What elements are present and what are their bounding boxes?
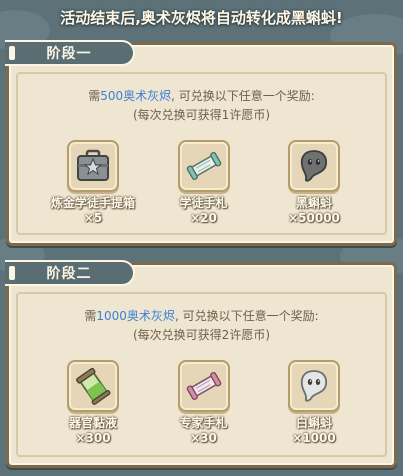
requirement-suffix: , 可兑换以下任意一个奖励:	[174, 309, 319, 323]
wish-coin-note: (每次兑换可获得2许愿币)	[133, 328, 270, 342]
reward-name: 炼金学徒手提箱	[51, 196, 136, 210]
stage-one-rewards: 炼金学徒手提箱 ×5 学徒手札 ×20 黑蝌蚪 ×50000	[9, 140, 394, 225]
reward-expert-notes[interactable]: 专家手札 ×30	[164, 360, 244, 445]
stage-title: 阶段一	[46, 46, 92, 62]
wish-coin-note: (每次兑换可获得1许愿币)	[133, 108, 270, 122]
expert-scroll-icon	[177, 360, 230, 412]
black-tadpole-icon	[288, 140, 340, 192]
cost-amount: 1000奥术灰烬	[96, 309, 175, 323]
stage-one-description: 需500奥术灰烬, 可兑换以下任意一个奖励: (每次兑换可获得1许愿币)	[9, 87, 394, 125]
requirement-prefix: 需	[88, 89, 101, 103]
reward-count: ×20	[190, 211, 217, 225]
stage-one-panel: 阶段一 需500奥术灰烬, 可兑换以下任意一个奖励: (每次兑换可获得1许愿币)…	[5, 40, 397, 246]
reward-count: ×30	[190, 431, 217, 445]
stage-title: 阶段二	[46, 266, 92, 282]
white-tadpole-icon	[288, 360, 340, 412]
conversion-notice-banner: 活动结束后,奥术灰烬将自动转化成黑蝌蚪!	[60, 8, 343, 27]
reward-name: 白蝌蚪	[295, 416, 332, 430]
reward-name: 学徒手札	[179, 196, 228, 210]
reward-alchemy-briefcase[interactable]: 炼金学徒手提箱 ×5	[51, 140, 136, 225]
reward-name: 黑蝌蚪	[295, 196, 332, 210]
slime-vial-icon	[67, 360, 119, 412]
stage-two-description: 需1000奥术灰烬, 可兑换以下任意一个奖励: (每次兑换可获得2许愿币)	[9, 307, 394, 345]
stage-two-panel: 阶段二 需1000奥术灰烬, 可兑换以下任意一个奖励: (每次兑换可获得2许愿币…	[5, 260, 397, 468]
stage-two-tab: 阶段二	[5, 260, 135, 286]
briefcase-icon	[67, 140, 119, 192]
reward-name: 器官黏液	[68, 416, 117, 430]
reward-name: 专家手札	[179, 416, 228, 430]
cost-amount: 500奥术灰烬	[100, 89, 172, 103]
scroll-icon	[177, 140, 230, 192]
stage-one-tab: 阶段一	[5, 40, 135, 66]
reward-count: ×5	[83, 211, 103, 225]
reward-count: ×1000	[292, 431, 336, 445]
requirement-line: 需500奥术灰烬, 可兑换以下任意一个奖励:	[9, 87, 394, 106]
reward-count: ×50000	[288, 211, 340, 225]
stage-two-rewards: 器官黏液 ×300 专家手札 ×30 白蝌蚪 ×1000	[9, 360, 394, 445]
requirement-prefix: 需	[84, 309, 97, 323]
reward-white-tadpole[interactable]: 白蝌蚪 ×1000	[274, 360, 354, 445]
requirement-suffix: , 可兑换以下任意一个奖励:	[171, 89, 315, 103]
reward-black-tadpole[interactable]: 黑蝌蚪 ×50000	[274, 140, 354, 225]
reward-count: ×300	[75, 431, 111, 445]
reward-organ-slime[interactable]: 器官黏液 ×300	[53, 360, 133, 445]
reward-apprentice-notes[interactable]: 学徒手札 ×20	[164, 140, 244, 225]
requirement-line: 需1000奥术灰烬, 可兑换以下任意一个奖励:	[9, 307, 394, 326]
